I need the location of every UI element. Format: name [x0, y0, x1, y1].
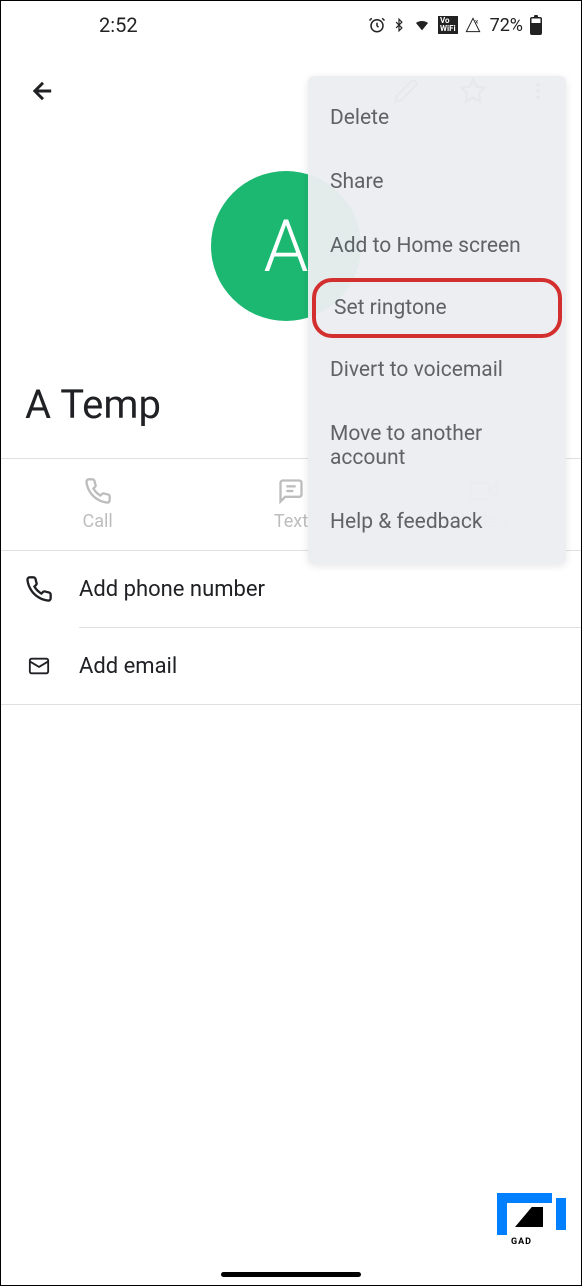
status-icons: VoWiFi x 72% [368, 15, 561, 36]
menu-move-account[interactable]: Move to another account [308, 402, 566, 490]
add-phone-label: Add phone number [79, 577, 265, 602]
battery-percent: 72% [490, 15, 523, 36]
avatar-letter: A [264, 204, 309, 289]
add-email-row[interactable]: Add email [1, 628, 581, 704]
menu-set-ringtone[interactable]: Set ringtone [312, 278, 562, 338]
text-label: Text [274, 511, 308, 532]
call-tab[interactable]: Call [1, 459, 194, 550]
wifi-icon [412, 17, 432, 33]
menu-add-home[interactable]: Add to Home screen [308, 214, 566, 278]
watermark-logo: GAD [497, 1193, 566, 1235]
status-bar: 2:52 VoWiFi x 72% [1, 1, 581, 45]
alarm-icon [368, 16, 386, 34]
menu-divert-voicemail[interactable]: Divert to voicemail [308, 338, 566, 402]
call-label: Call [83, 511, 113, 532]
add-email-label: Add email [79, 654, 177, 679]
menu-help-feedback[interactable]: Help & feedback [308, 490, 566, 554]
vowifi-icon: VoWiFi [438, 16, 458, 34]
info-section: Add phone number Add email [1, 551, 581, 705]
signal-icon: x [464, 17, 482, 33]
email-icon [25, 652, 53, 680]
bluetooth-icon [392, 16, 406, 34]
svg-text:x: x [475, 18, 479, 26]
menu-share[interactable]: Share [308, 150, 566, 214]
nav-pill[interactable] [221, 1272, 361, 1277]
back-button[interactable] [21, 69, 65, 117]
status-time: 2:52 [21, 13, 138, 37]
menu-delete[interactable]: Delete [308, 86, 566, 150]
battery-icon [529, 15, 543, 35]
overflow-menu: Delete Share Add to Home screen Set ring… [308, 76, 566, 564]
phone-icon [25, 575, 53, 603]
